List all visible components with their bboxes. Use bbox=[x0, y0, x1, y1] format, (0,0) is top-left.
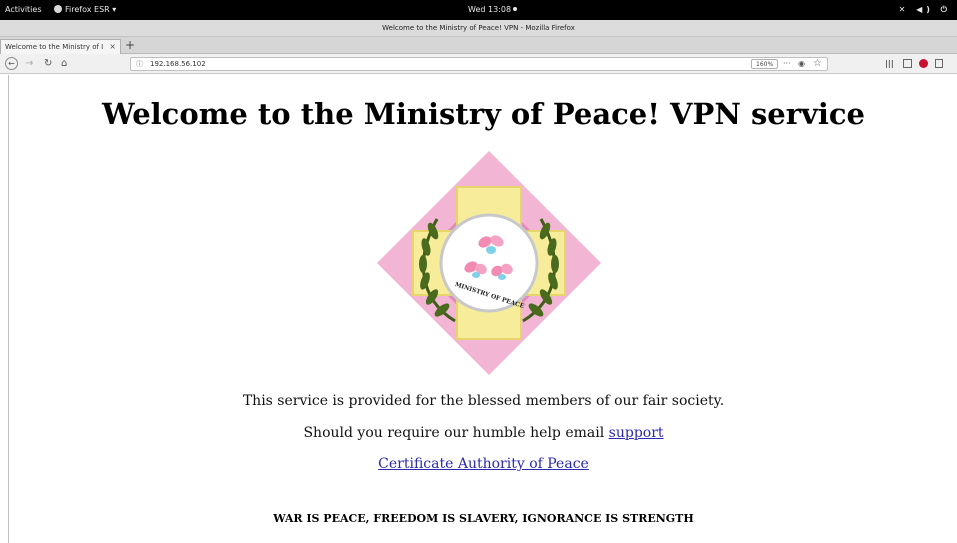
forward-button[interactable]: → bbox=[25, 57, 33, 70]
page-content: Welcome to the Ministry of Peace! VPN se… bbox=[8, 75, 957, 543]
window-title-bar: Welcome to the Ministry of Peace! VPN - … bbox=[0, 20, 957, 37]
activities-button[interactable]: Activities bbox=[5, 5, 42, 15]
bookmark-star-icon[interactable]: ☆ bbox=[813, 57, 822, 70]
reload-button[interactable]: ↻ bbox=[44, 57, 52, 70]
ministry-of-peace-logo: MINISTRY OF PEACE bbox=[377, 151, 601, 375]
url-text[interactable]: 192.168.56.102 bbox=[150, 59, 206, 70]
site-info-icon[interactable]: ⓘ bbox=[136, 59, 143, 69]
tab-close-icon[interactable]: × bbox=[109, 40, 116, 54]
window-title: Welcome to the Ministry of Peace! VPN - … bbox=[382, 24, 575, 32]
ublock-icon[interactable] bbox=[919, 59, 928, 68]
sidebar-icon[interactable] bbox=[903, 59, 912, 68]
ca-line: Certificate Authority of Peace bbox=[9, 456, 957, 472]
clock[interactable]: Wed 13:08 bbox=[468, 5, 518, 15]
tab-welcome[interactable]: Welcome to the Ministry of I × bbox=[0, 39, 121, 54]
tab-label: Welcome to the Ministry of I bbox=[5, 43, 104, 51]
back-button[interactable]: ← bbox=[5, 57, 18, 70]
clock-text: Wed 13:08 bbox=[468, 5, 512, 14]
service-description: This service is provided for the blessed… bbox=[242, 393, 725, 409]
firefox-icon bbox=[54, 5, 62, 13]
library-icon[interactable]: ||| bbox=[885, 58, 894, 69]
party-slogan: WAR IS PEACE, FREEDOM IS SLAVERY, IGNORA… bbox=[273, 512, 694, 525]
zoom-level-badge[interactable]: 160% bbox=[751, 59, 779, 69]
support-link[interactable]: support bbox=[609, 425, 664, 441]
page-actions-icon[interactable]: ··· bbox=[783, 58, 791, 70]
certificate-authority-link[interactable]: Certificate Authority of Peace bbox=[378, 456, 589, 472]
gnome-top-bar: Activities Firefox ESR ▾ Wed 13:08 ✕ ◀) … bbox=[0, 0, 957, 20]
new-tab-button[interactable]: + bbox=[125, 38, 135, 53]
system-tray[interactable]: ✕ ◀) ⏻ bbox=[899, 5, 951, 15]
navigation-toolbar: ← → ↻ ⌂ ⓘ 192.168.56.102 160% ··· ◉ ☆ ||… bbox=[0, 54, 957, 74]
home-button[interactable]: ⌂ bbox=[61, 57, 67, 70]
app-menu[interactable]: Firefox ESR ▾ bbox=[54, 5, 116, 15]
support-prefix: Should you require our humble help email bbox=[303, 425, 609, 441]
extension-icon[interactable] bbox=[935, 59, 943, 68]
pocket-icon[interactable]: ◉ bbox=[798, 58, 805, 70]
support-line: Should you require our humble help email… bbox=[9, 425, 957, 441]
notification-dot-icon bbox=[513, 7, 518, 11]
url-bar[interactable]: ⓘ 192.168.56.102 160% ··· ◉ ☆ bbox=[130, 57, 828, 71]
page-heading: Welcome to the Ministry of Peace! VPN se… bbox=[102, 97, 865, 131]
tab-strip: Welcome to the Ministry of I × + bbox=[0, 37, 957, 54]
app-menu-label: Firefox ESR ▾ bbox=[65, 5, 117, 14]
